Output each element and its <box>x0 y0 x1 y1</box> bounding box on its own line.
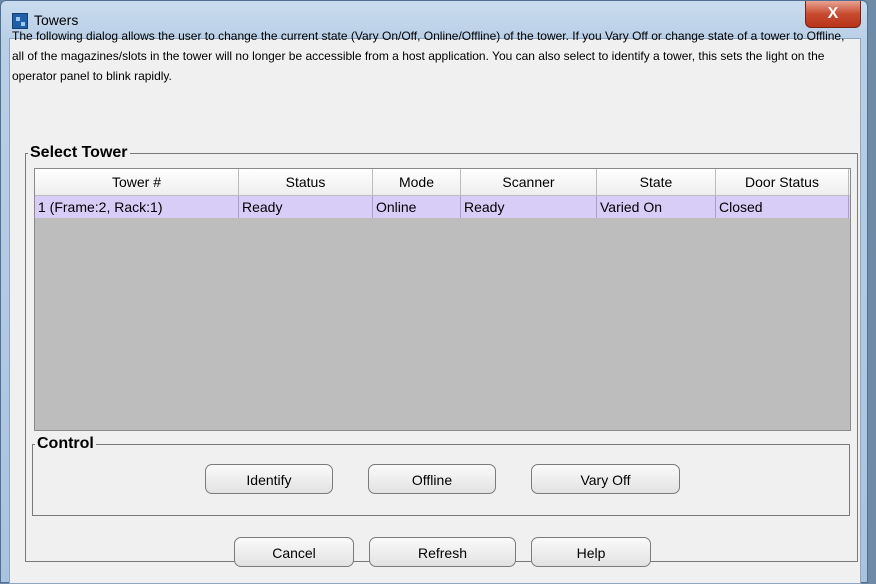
offline-button[interactable]: Offline <box>368 464 496 494</box>
cell-door-status: Closed <box>716 196 849 218</box>
help-button[interactable]: Help <box>531 537 651 567</box>
vary-off-button[interactable]: Vary Off <box>531 464 680 494</box>
table-header: Tower # Status Mode Scanner State Door S… <box>35 169 850 196</box>
cell-mode: Online <box>373 196 461 218</box>
table-row[interactable]: 1 (Frame:2, Rack:1) Ready Online Ready V… <box>35 196 850 218</box>
close-icon: X <box>827 5 839 22</box>
dialog-description: The following dialog allows the user to … <box>12 29 845 83</box>
column-header-mode[interactable]: Mode <box>373 169 461 195</box>
select-tower-legend: Select Tower <box>30 144 128 161</box>
close-button[interactable]: X <box>805 1 861 28</box>
towers-dialog: Towers X The following dialog allows the… <box>0 0 868 584</box>
cell-scanner: Ready <box>461 196 597 218</box>
control-legend: Control <box>37 435 94 452</box>
refresh-button[interactable]: Refresh <box>369 537 516 567</box>
column-header-door-status[interactable]: Door Status <box>716 169 849 195</box>
column-header-state[interactable]: State <box>597 169 716 195</box>
column-header-scanner[interactable]: Scanner <box>461 169 597 195</box>
cancel-button[interactable]: Cancel <box>234 537 354 567</box>
cell-state: Varied On <box>597 196 716 218</box>
tower-table: Tower # Status Mode Scanner State Door S… <box>34 168 851 431</box>
cell-status: Ready <box>239 196 373 218</box>
identify-button[interactable]: Identify <box>205 464 333 494</box>
column-header-status[interactable]: Status <box>239 169 373 195</box>
cell-tower: 1 (Frame:2, Rack:1) <box>35 196 239 218</box>
column-header-tower[interactable]: Tower # <box>35 169 239 195</box>
